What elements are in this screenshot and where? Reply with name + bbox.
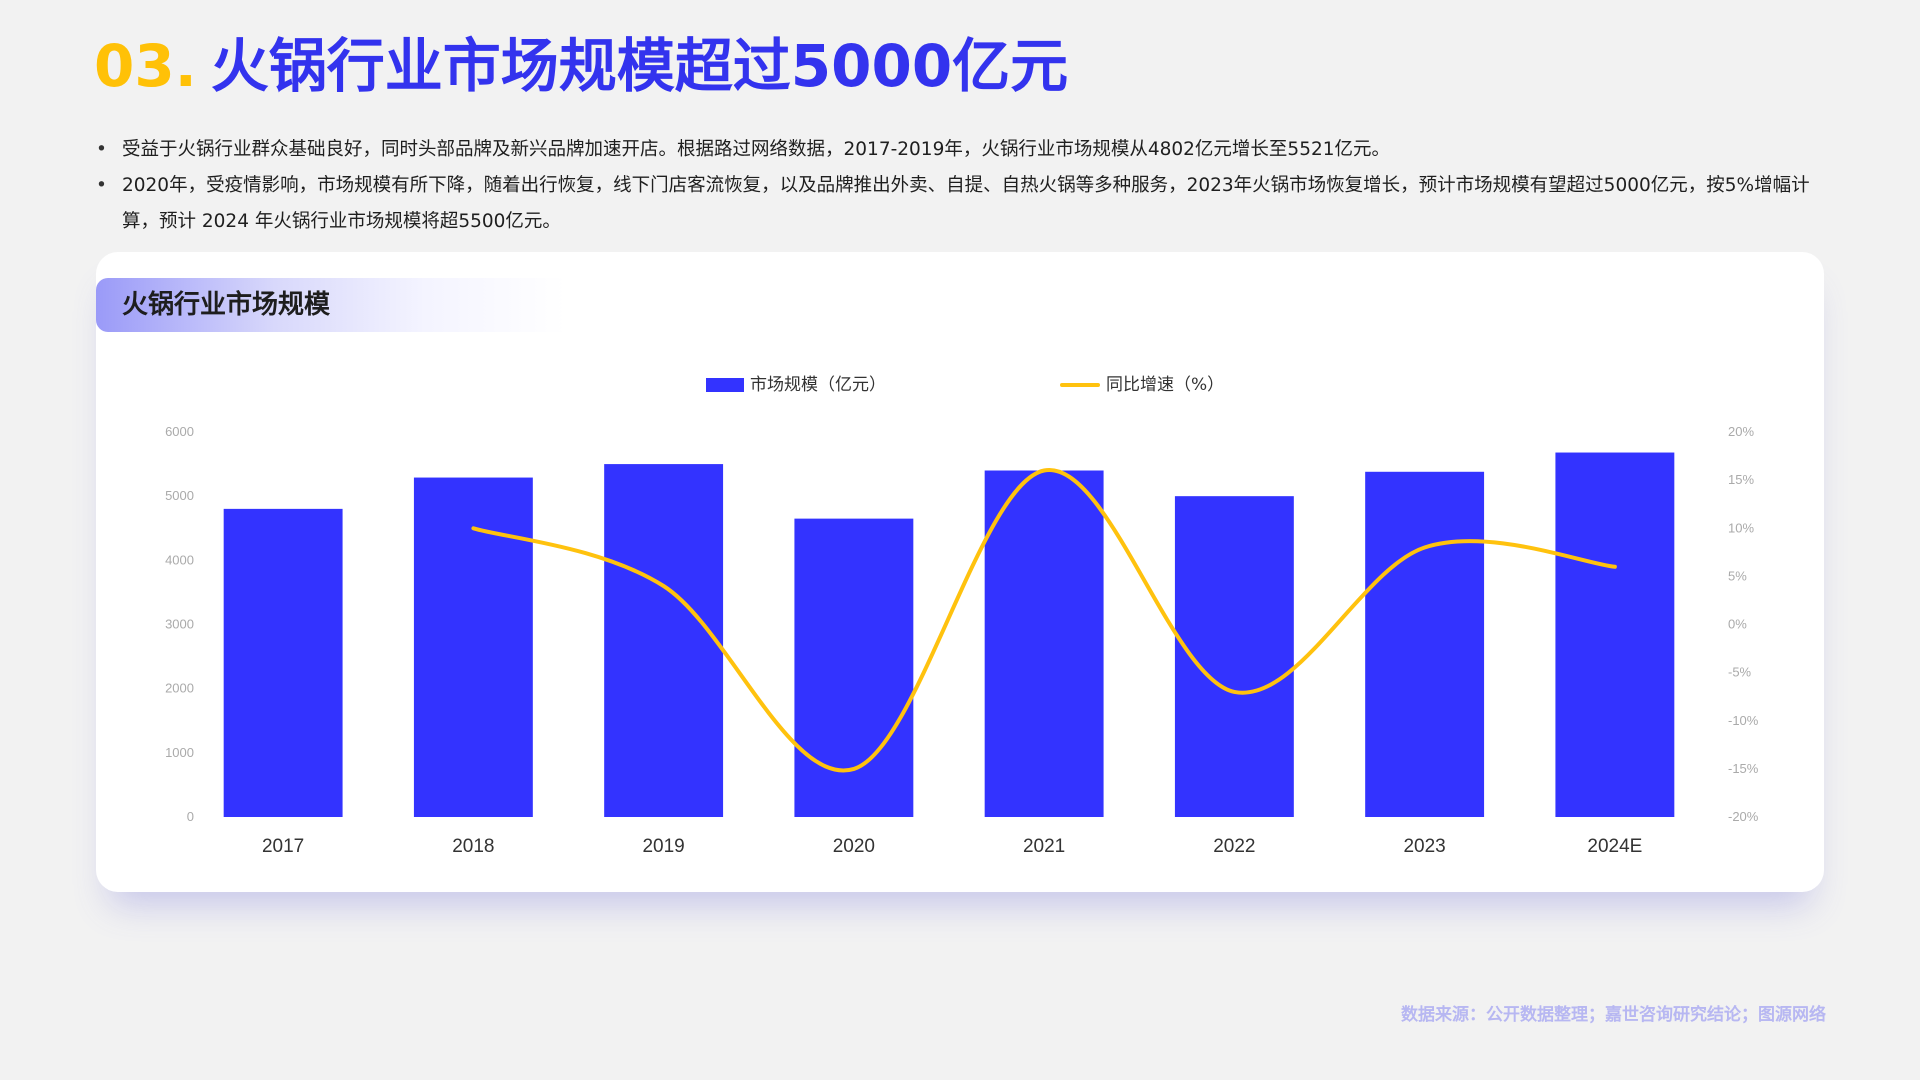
x-tick-label: 2019 <box>642 836 684 857</box>
bar-market-size <box>604 464 724 817</box>
x-tick-label: 2017 <box>262 836 304 857</box>
chart-card: 火锅行业市场规模 市场规模（亿元） 同比增速（%） 0 1000 2000 3000 4… <box>96 252 1824 892</box>
y-right-tick-label: 5% <box>1728 568 1747 583</box>
bar-market-size <box>1555 452 1675 817</box>
bar-market-size <box>794 518 914 817</box>
x-tick-label: 2023 <box>1403 836 1445 857</box>
summary-bullets: 受益于火锅行业群众基础良好，同时头部品牌及新兴品牌加速开店。根据路过网络数据，2… <box>96 132 1828 240</box>
y-right-tick-label: -10% <box>1728 713 1759 728</box>
y-left-tick-label: 1000 <box>165 745 194 760</box>
page-title: 03. 火锅行业市场规模超过5000亿元 <box>94 28 1068 104</box>
y-left-tick-label: 0 <box>187 809 194 824</box>
y-left-tick-label: 5000 <box>165 488 194 503</box>
x-tick-label: 2020 <box>833 836 875 857</box>
x-tick-label: 2024E <box>1587 836 1642 857</box>
y-right-tick-label: -15% <box>1728 761 1759 776</box>
x-tick-label: 2018 <box>452 836 494 857</box>
data-source-note: 数据来源：公开数据整理；嘉世咨询研究结论；图源网络 <box>1401 1005 1826 1025</box>
y-right-tick-label: 20% <box>1728 424 1754 439</box>
x-tick-label: 2022 <box>1213 836 1255 857</box>
y-right-tick-label: 0% <box>1728 617 1747 632</box>
bar-market-size <box>223 508 343 817</box>
section-number: 03. <box>94 32 197 100</box>
y-right-tick-label: -5% <box>1728 665 1752 680</box>
bar-market-size <box>984 470 1104 817</box>
y-left-tick-label: 2000 <box>165 681 194 696</box>
y-left-tick-label: 6000 <box>165 424 194 439</box>
market-size-chart: 0 1000 2000 3000 4000 5000 6000 -20% -15% -10% -5%… <box>165 424 1759 857</box>
bullet-item: 受益于火锅行业群众基础良好，同时头部品牌及新兴品牌加速开店。根据路过网络数据，2… <box>96 132 1828 168</box>
bar-market-size <box>1365 471 1485 817</box>
y-right-tick-label: 10% <box>1728 520 1754 535</box>
bullet-item: 2020年，受疫情影响，市场规模有所下降，随着出行恢复，线下门店客流恢复，以及品… <box>96 168 1828 240</box>
x-tick-label: 2021 <box>1023 836 1065 857</box>
y-left-tick-label: 4000 <box>165 552 194 567</box>
title-text: 火锅行业市场规模超过5000亿元 <box>210 32 1069 100</box>
y-right-tick-label: 15% <box>1728 472 1754 487</box>
y-left-tick-label: 3000 <box>165 617 194 632</box>
y-right-tick-label: -20% <box>1728 809 1759 824</box>
